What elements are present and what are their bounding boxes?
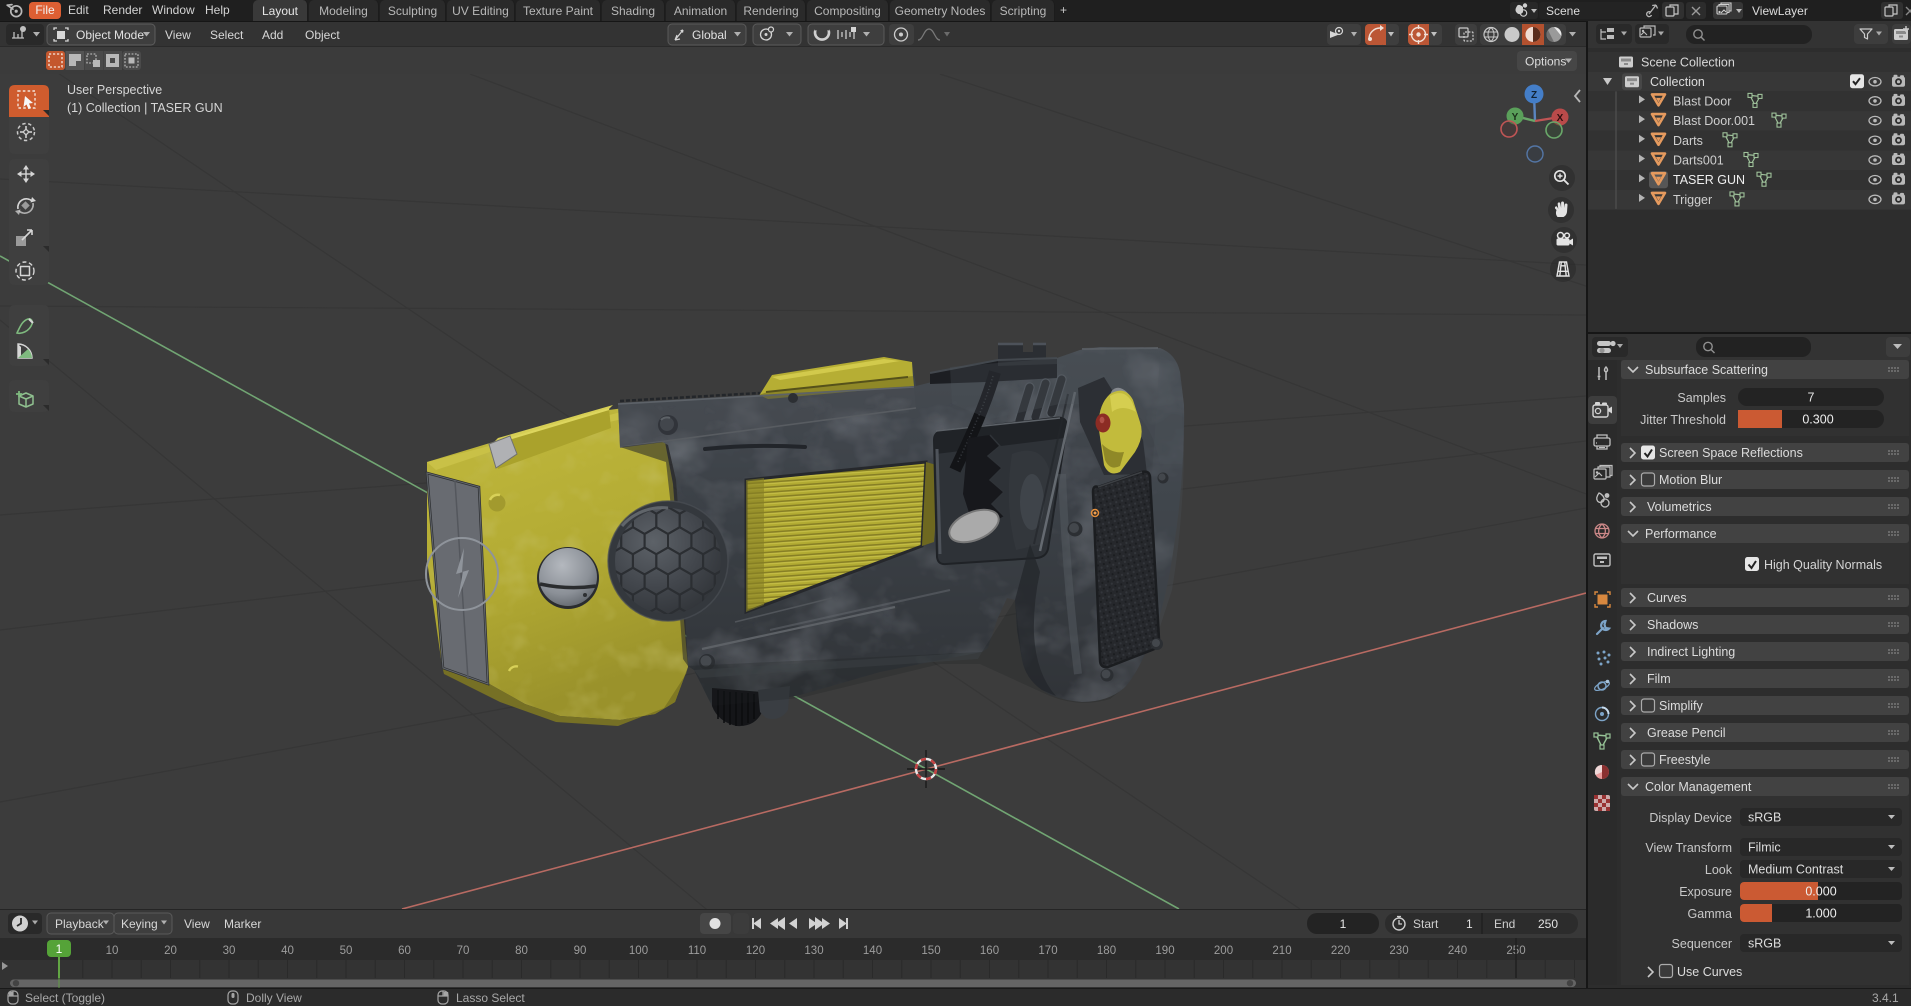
svg-text:7: 7 (1808, 391, 1815, 405)
svg-text:Collection: Collection (1650, 75, 1705, 89)
svg-text:0.000: 0.000 (1805, 885, 1836, 899)
svg-text:Dolly View: Dolly View (246, 991, 302, 1005)
svg-text:High Quality Normals: High Quality Normals (1764, 558, 1882, 572)
svg-text:sRGB: sRGB (1748, 811, 1781, 825)
svg-text:View: View (165, 28, 191, 42)
svg-text:160: 160 (980, 945, 999, 957)
svg-text:110: 110 (688, 945, 706, 957)
svg-text:Motion Blur: Motion Blur (1659, 473, 1722, 487)
svg-text:Trigger: Trigger (1673, 193, 1712, 207)
svg-text:Object Mode: Object Mode (76, 28, 144, 42)
svg-text:200: 200 (1214, 945, 1233, 957)
svg-text:Scene Collection: Scene Collection (1641, 56, 1735, 70)
svg-text:Screen Space Reflections: Screen Space Reflections (1659, 446, 1803, 460)
svg-text:Exposure: Exposure (1679, 885, 1732, 899)
svg-text:Gamma: Gamma (1688, 907, 1733, 921)
svg-text:Freestyle: Freestyle (1659, 753, 1710, 767)
svg-text:50: 50 (340, 945, 353, 957)
svg-text:Grease Pencil: Grease Pencil (1647, 726, 1726, 740)
svg-text:90: 90 (574, 945, 587, 957)
svg-text:Lasso Select: Lasso Select (456, 991, 525, 1005)
svg-text:View: View (184, 917, 210, 931)
svg-text:250: 250 (1538, 917, 1558, 931)
svg-text:Film: Film (1647, 672, 1671, 686)
svg-text:Global: Global (692, 28, 727, 42)
svg-text:70: 70 (457, 945, 470, 957)
svg-text:Start: Start (1413, 917, 1439, 931)
svg-text:10: 10 (106, 945, 119, 957)
svg-text:1.000: 1.000 (1805, 907, 1836, 921)
svg-text:80: 80 (515, 945, 528, 957)
svg-text:Playback: Playback (55, 917, 105, 931)
svg-text:230: 230 (1389, 945, 1408, 957)
svg-text:240: 240 (1448, 945, 1467, 957)
svg-text:1: 1 (56, 942, 63, 956)
svg-text:Performance: Performance (1645, 527, 1717, 541)
svg-text:Blast Door.001: Blast Door.001 (1673, 114, 1755, 128)
svg-text:Medium Contrast: Medium Contrast (1748, 863, 1844, 877)
svg-text:0.300: 0.300 (1802, 413, 1833, 427)
svg-text:Simplify: Simplify (1659, 699, 1704, 713)
svg-text:140: 140 (863, 945, 882, 957)
svg-text:130: 130 (804, 945, 823, 957)
svg-text:Sequencer: Sequencer (1672, 937, 1732, 951)
svg-text:ViewLayer: ViewLayer (1752, 4, 1808, 18)
svg-text:Jitter Threshold: Jitter Threshold (1640, 413, 1726, 427)
svg-text:Scene: Scene (1546, 4, 1580, 18)
svg-text:Subsurface Scattering: Subsurface Scattering (1645, 363, 1768, 377)
svg-text:Darts001: Darts001 (1673, 154, 1724, 168)
svg-text:Add: Add (262, 28, 283, 42)
svg-text:Curves: Curves (1647, 591, 1687, 605)
svg-text:Marker: Marker (224, 917, 261, 931)
svg-text:150: 150 (921, 945, 940, 957)
svg-text:3.4.1: 3.4.1 (1872, 991, 1899, 1005)
svg-text:Object: Object (305, 28, 340, 42)
svg-text:170: 170 (1038, 945, 1057, 957)
svg-text:220: 220 (1331, 945, 1350, 957)
svg-text:Select: Select (210, 28, 244, 42)
svg-text:Darts: Darts (1673, 134, 1703, 148)
svg-text:1: 1 (1340, 917, 1347, 931)
svg-text:Blast Door: Blast Door (1673, 94, 1731, 108)
svg-text:40: 40 (281, 945, 294, 957)
svg-text:Options: Options (1525, 55, 1566, 69)
svg-text:210: 210 (1272, 945, 1291, 957)
svg-text:(1) Collection | TASER GUN: (1) Collection | TASER GUN (67, 101, 223, 115)
svg-text:End: End (1494, 917, 1515, 931)
svg-text:190: 190 (1155, 945, 1174, 957)
svg-text:20: 20 (164, 945, 177, 957)
svg-text:TASER GUN: TASER GUN (1673, 173, 1745, 187)
svg-text:Shadows: Shadows (1647, 618, 1698, 632)
svg-text:Color Management: Color Management (1645, 780, 1752, 794)
svg-text:180: 180 (1097, 945, 1116, 957)
svg-text:Display Device: Display Device (1649, 811, 1732, 825)
svg-text:sRGB: sRGB (1748, 937, 1781, 951)
svg-text:Use Curves: Use Curves (1677, 965, 1742, 979)
svg-text:Indirect Lighting: Indirect Lighting (1647, 645, 1735, 659)
svg-text:120: 120 (746, 945, 765, 957)
svg-text:100: 100 (629, 945, 648, 957)
svg-text:1: 1 (1466, 917, 1473, 931)
svg-text:Volumetrics: Volumetrics (1647, 500, 1712, 514)
svg-text:30: 30 (223, 945, 236, 957)
svg-text:View Transform: View Transform (1645, 841, 1732, 855)
svg-text:Keying: Keying (121, 917, 158, 931)
svg-text:Z: Z (1531, 90, 1537, 101)
svg-text:Select (Toggle): Select (Toggle) (25, 991, 105, 1005)
svg-text:Samples: Samples (1677, 391, 1726, 405)
svg-text:User Perspective: User Perspective (67, 83, 162, 97)
svg-text:60: 60 (398, 945, 411, 957)
svg-text:Look: Look (1705, 863, 1733, 877)
svg-text:Filmic: Filmic (1748, 841, 1781, 855)
